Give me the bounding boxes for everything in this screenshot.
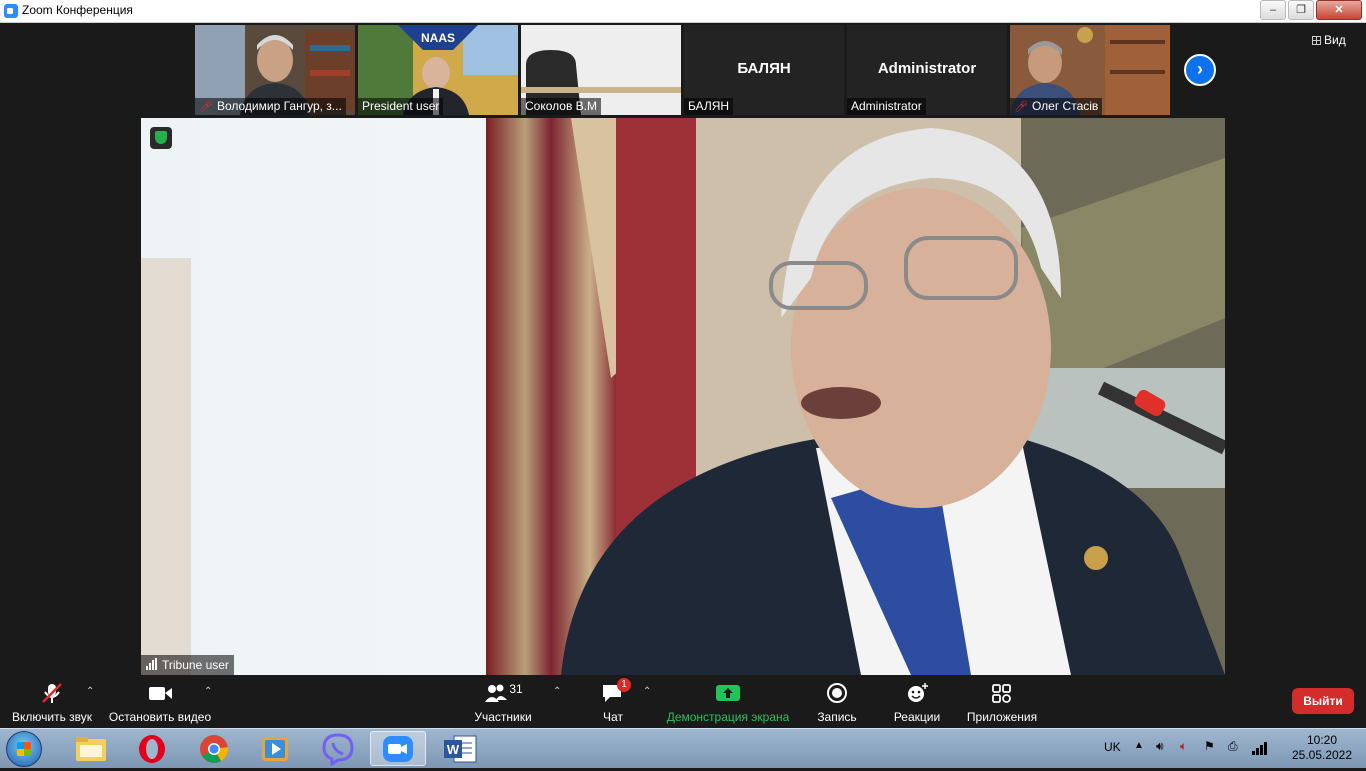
clock-time: 10:20 [1306, 733, 1338, 747]
participants-button[interactable]: 31 Участники [470, 682, 536, 724]
apps-icon [992, 684, 1011, 703]
participant-center-name: БАЛЯН [737, 60, 791, 77]
meeting-toolbar: Включить звук ⌃ Остановить видео ⌃ 31 Уч… [0, 678, 1366, 728]
view-button[interactable]: Вид [1312, 33, 1346, 47]
taskbar-viber[interactable] [310, 731, 366, 767]
show-hidden-icons-icon[interactable]: ▲ [1134, 740, 1144, 751]
smiley-plus-icon [908, 683, 928, 702]
participants-options-caret[interactable]: ⌃ [553, 686, 561, 697]
chevron-right-icon: › [1197, 59, 1203, 79]
speaker-icon[interactable]: 🔊︎ [1156, 739, 1164, 754]
participant-center-name: Administrator [877, 60, 977, 77]
svg-text:W: W [447, 742, 460, 757]
word-icon: W [444, 735, 477, 763]
record-button[interactable]: Запись [812, 682, 862, 724]
language-indicator[interactable]: UK [1104, 740, 1121, 754]
viber-icon [322, 733, 354, 767]
chat-options-caret[interactable]: ⌃ [643, 686, 651, 697]
stop-video-button[interactable]: Остановить видео [108, 682, 212, 724]
svg-text:NAAS: NAAS [421, 31, 455, 45]
start-button[interactable] [6, 731, 42, 767]
folder-icon [76, 737, 106, 761]
participant-name: 🎤︎ Олег Стасів [1010, 98, 1103, 115]
zoom-app-icon [4, 4, 18, 18]
clock-date: 25.05.2022 [1291, 748, 1353, 762]
speaker-video-frame [141, 118, 1225, 675]
participant-tile[interactable]: БАЛЯН БАЛЯН [684, 25, 844, 115]
taskbar-opera[interactable] [124, 731, 180, 766]
network-signal-icon[interactable] [1252, 741, 1270, 758]
participants-icon: 31 [473, 682, 533, 704]
grid-view-icon [1312, 36, 1321, 45]
muted-mic-icon: 🎤︎ [1014, 101, 1028, 113]
taskbar-zoom[interactable] [370, 731, 426, 766]
participant-name: 🎤︎ Володимир Гангур, з... [195, 98, 346, 115]
share-screen-button[interactable]: Демонстрация экрана [662, 682, 794, 724]
encryption-shield-icon[interactable] [150, 127, 172, 149]
muted-mic-icon: 🎤︎ [199, 101, 213, 113]
leave-meeting-button[interactable]: Выйти [1292, 688, 1354, 714]
taskbar-chrome[interactable] [186, 731, 242, 766]
maximize-button[interactable]: ❐ [1288, 0, 1314, 20]
signal-strength-icon [146, 656, 158, 675]
record-icon [827, 683, 847, 703]
window-title: Zoom Конференция [22, 3, 133, 17]
video-options-caret[interactable]: ⌃ [204, 686, 212, 697]
device-icon[interactable]: ⎙ [1228, 739, 1238, 754]
reactions-button[interactable]: Реакции [890, 682, 944, 724]
taskbar-clock[interactable]: 10:20 25.05.2022 [1290, 733, 1354, 763]
participant-tile[interactable]: 🎤︎ Олег Стасів [1010, 25, 1170, 115]
participant-tile[interactable]: NAAS President user [358, 25, 518, 115]
speaker-name-label: Tribune user [141, 655, 234, 675]
taskbar-media-player[interactable] [248, 731, 304, 766]
participant-name: БАЛЯН [684, 98, 734, 115]
meeting-area: 🎤︎ Володимир Гангур, з... NAAS President … [0, 23, 1366, 678]
windows-taskbar: W UK ▲ 🔊︎ 🔈︎ ⚑ ⎙ 10:20 25.05.2022 [0, 728, 1366, 768]
taskbar-explorer[interactable] [62, 731, 118, 766]
active-speaker-video: Tribune user [141, 118, 1225, 675]
chat-unread-badge: 1 [617, 678, 631, 692]
speaker-muted-icon[interactable]: 🔈︎ [1180, 739, 1187, 754]
zoom-icon [383, 736, 413, 762]
participant-name: Administrator [847, 98, 926, 115]
video-camera-icon [149, 687, 172, 700]
minimize-button[interactable]: – [1260, 0, 1286, 20]
window-titlebar: Zoom Конференция – ❐ ✕ [0, 0, 1366, 23]
action-center-flag-icon[interactable]: ⚑ [1204, 739, 1215, 753]
participant-name: Соколов В.М [521, 98, 601, 115]
share-screen-icon [716, 685, 740, 701]
taskbar-word[interactable]: W [432, 731, 488, 766]
audio-options-caret[interactable]: ⌃ [86, 686, 94, 697]
unmute-button[interactable]: Включить звук [8, 682, 96, 724]
participant-name: President user [358, 98, 444, 115]
participant-tile[interactable]: Соколов В.М [521, 25, 681, 115]
media-player-icon [262, 737, 288, 761]
participant-tile[interactable]: 🎤︎ Володимир Гангур, з... [195, 25, 355, 115]
close-button[interactable]: ✕ [1316, 0, 1362, 20]
chrome-icon [200, 735, 229, 763]
participant-tile[interactable]: Administrator Administrator [847, 25, 1007, 115]
mic-muted-icon [42, 683, 62, 703]
apps-button[interactable]: Приложения [962, 682, 1042, 724]
opera-icon [139, 735, 165, 763]
next-page-button[interactable]: › [1184, 54, 1216, 86]
